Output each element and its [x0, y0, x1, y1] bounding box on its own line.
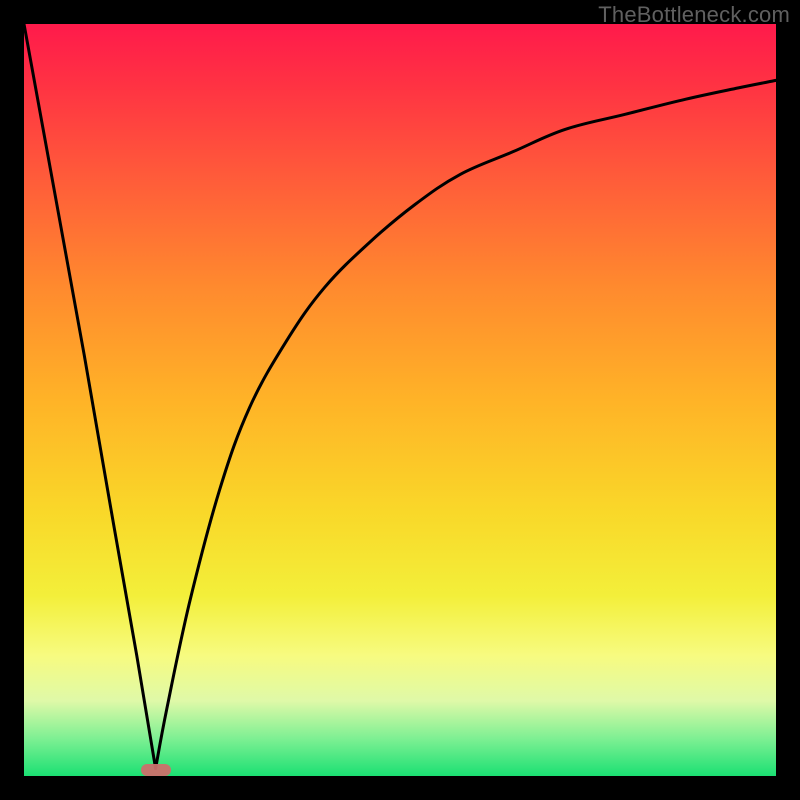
curve-left-branch	[24, 24, 156, 769]
minimum-marker	[141, 764, 171, 776]
plot-area	[24, 24, 776, 776]
attribution-label: TheBottleneck.com	[598, 2, 790, 28]
chart-frame: TheBottleneck.com	[0, 0, 800, 800]
bottleneck-curve	[24, 24, 776, 776]
curve-right-branch	[156, 80, 776, 768]
